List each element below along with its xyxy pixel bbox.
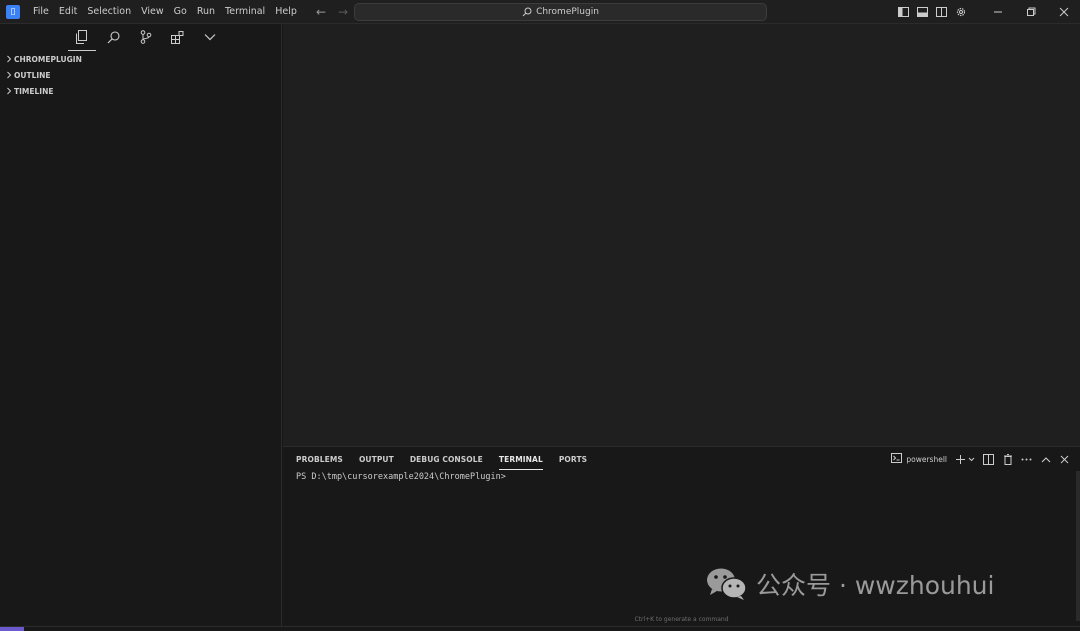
section-label: CHROMEPLUGIN — [14, 54, 82, 64]
wechat-logo-icon — [706, 567, 748, 601]
menu-file[interactable]: File — [28, 0, 54, 24]
title-bar: ▯ File Edit Selection View Go Run Termin… — [0, 0, 1080, 24]
tab-problems[interactable]: PROBLEMS — [296, 454, 343, 470]
minimize-icon[interactable] — [981, 0, 1014, 24]
title-bar-right — [897, 0, 1080, 24]
menu-help[interactable]: Help — [270, 0, 302, 24]
menu-terminal[interactable]: Terminal — [220, 0, 270, 24]
remote-indicator[interactable] — [0, 627, 24, 631]
chevron-right-icon — [4, 87, 14, 95]
toggle-secondary-sidebar-icon[interactable] — [935, 6, 948, 19]
menu-bar: File Edit Selection View Go Run Terminal… — [28, 0, 302, 24]
layout-controls — [897, 6, 967, 19]
close-panel-icon[interactable] — [1059, 454, 1070, 465]
command-center-search[interactable]: ChromePlugin — [354, 3, 767, 21]
toggle-panel-icon[interactable] — [916, 6, 929, 19]
more-actions-icon[interactable] — [1021, 454, 1032, 465]
watermark-text: 公众号 · wwzhouhui — [756, 571, 995, 600]
section-label: OUTLINE — [14, 70, 51, 80]
toggle-primary-sidebar-icon[interactable] — [897, 6, 910, 19]
status-bar — [0, 626, 1080, 631]
panel-tabs: PROBLEMS OUTPUT DEBUG CONSOLE TERMINAL P… — [296, 454, 587, 470]
sidebar: CHROMEPLUGIN OUTLINE TIMELINE — [0, 24, 282, 626]
search-icon — [522, 7, 532, 17]
trash-icon[interactable] — [1002, 453, 1013, 465]
terminal-prompt[interactable]: PS D:\tmp\cursorexample2024\ChromePlugin… — [296, 472, 506, 482]
navigation-arrows: ← → — [314, 4, 350, 20]
new-terminal-plus-icon[interactable] — [955, 454, 966, 465]
chevron-right-icon — [4, 55, 14, 63]
section-label: TIMELINE — [14, 86, 54, 96]
menu-edit[interactable]: Edit — [54, 0, 82, 24]
editor-area[interactable] — [283, 24, 1080, 446]
close-icon[interactable] — [1047, 0, 1080, 24]
watermark: 公众号 · wwzhouhui — [706, 566, 994, 602]
tab-ports[interactable]: PORTS — [559, 454, 587, 470]
forward-arrow-icon[interactable]: → — [336, 4, 350, 20]
shell-name: powershell — [906, 454, 947, 464]
restore-icon[interactable] — [1014, 0, 1047, 24]
menu-selection[interactable]: Selection — [82, 0, 136, 24]
search-icon[interactable] — [102, 25, 126, 49]
chevron-down-icon[interactable] — [198, 25, 222, 49]
menu-run[interactable]: Run — [192, 0, 220, 24]
sidebar-sections: CHROMEPLUGIN OUTLINE TIMELINE — [0, 51, 281, 99]
command-center-label: ChromePlugin — [536, 7, 599, 17]
panel-actions: powershell — [891, 453, 1070, 465]
section-chromeplugin[interactable]: CHROMEPLUGIN — [0, 51, 281, 67]
tab-debug-console[interactable]: DEBUG CONSOLE — [410, 454, 483, 470]
terminal-hint: Ctrl+K to generate a command — [634, 616, 729, 623]
chevron-down-icon[interactable] — [968, 454, 975, 465]
extensions-icon[interactable] — [166, 25, 190, 49]
tab-terminal[interactable]: TERMINAL — [498, 454, 543, 470]
gear-icon[interactable] — [954, 6, 967, 19]
menu-view[interactable]: View — [136, 0, 169, 24]
source-control-icon[interactable] — [134, 25, 158, 49]
maximize-panel-chevron-up-icon[interactable] — [1040, 454, 1051, 465]
back-arrow-icon[interactable]: ← — [314, 4, 328, 20]
split-terminal-icon[interactable] — [983, 453, 994, 465]
section-outline[interactable]: OUTLINE — [0, 67, 281, 83]
tab-output[interactable]: OUTPUT — [359, 454, 394, 470]
terminal-icon — [891, 453, 903, 465]
section-timeline[interactable]: TIMELINE — [0, 83, 281, 99]
chevron-right-icon — [4, 71, 14, 79]
app-logo-icon[interactable]: ▯ — [6, 4, 20, 19]
window-controls — [981, 0, 1080, 24]
menu-go[interactable]: Go — [169, 0, 192, 24]
terminal-scrollbar[interactable] — [1076, 471, 1080, 621]
terminal-shell-selector[interactable]: powershell — [891, 453, 947, 465]
activity-bar — [0, 24, 281, 51]
explorer-icon[interactable] — [67, 25, 96, 51]
